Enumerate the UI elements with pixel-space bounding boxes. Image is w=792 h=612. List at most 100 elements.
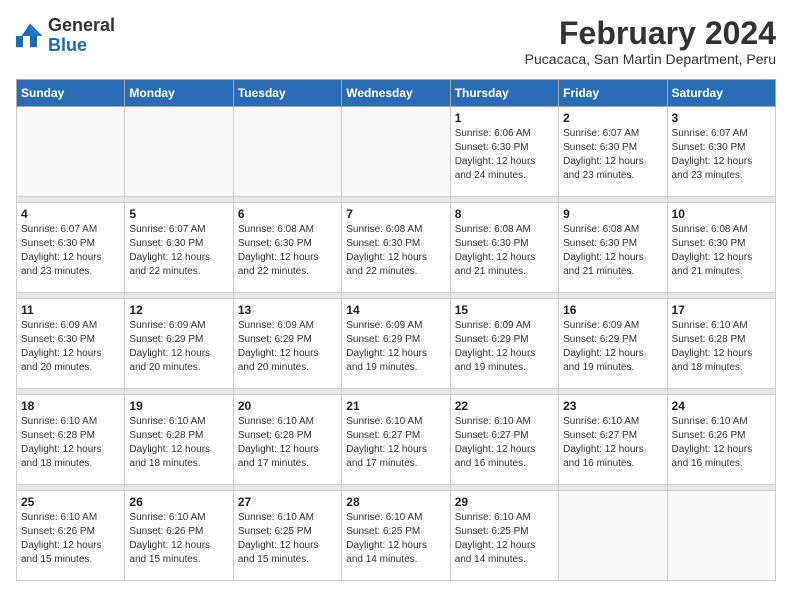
- day-number: 13: [238, 303, 337, 317]
- day-info: Sunrise: 6:06 AMSunset: 6:30 PMDaylight:…: [455, 127, 554, 183]
- day-number: 15: [455, 303, 554, 317]
- day-info: Sunrise: 6:07 AMSunset: 6:30 PMDaylight:…: [129, 223, 228, 279]
- day-number: 16: [563, 303, 662, 317]
- table-row: [125, 107, 233, 197]
- main-title: February 2024: [525, 16, 776, 51]
- col-saturday: Saturday: [667, 80, 775, 107]
- table-row: [667, 491, 775, 581]
- day-info: Sunrise: 6:08 AMSunset: 6:30 PMDaylight:…: [238, 223, 337, 279]
- day-info: Sunrise: 6:10 AMSunset: 6:25 PMDaylight:…: [238, 511, 337, 567]
- day-number: 19: [129, 399, 228, 413]
- page-header: General Blue February 2024 Pucacaca, San…: [16, 16, 776, 67]
- day-info: Sunrise: 6:07 AMSunset: 6:30 PMDaylight:…: [21, 223, 120, 279]
- day-info: Sunrise: 6:09 AMSunset: 6:29 PMDaylight:…: [238, 319, 337, 375]
- day-number: 27: [238, 495, 337, 509]
- day-info: Sunrise: 6:10 AMSunset: 6:25 PMDaylight:…: [455, 511, 554, 567]
- table-row: 25 Sunrise: 6:10 AMSunset: 6:26 PMDayligh…: [17, 491, 125, 581]
- day-info: Sunrise: 6:07 AMSunset: 6:30 PMDaylight:…: [672, 127, 771, 183]
- day-number: 22: [455, 399, 554, 413]
- table-row: 21 Sunrise: 6:10 AMSunset: 6:27 PMDayligh…: [342, 395, 450, 485]
- table-row: 13 Sunrise: 6:09 AMSunset: 6:29 PMDayligh…: [233, 299, 341, 389]
- day-number: 26: [129, 495, 228, 509]
- table-row: 7Sunrise: 6:08 AMSunset: 6:30 PMDaylight…: [342, 203, 450, 293]
- day-number: 9: [563, 207, 662, 221]
- calendar-week-row: 1 Sunrise: 6:06 AMSunset: 6:30 PMDaylight…: [17, 107, 776, 197]
- day-number: 17: [672, 303, 771, 317]
- day-number: 21: [346, 399, 445, 413]
- day-info: Sunrise: 6:10 AMSunset: 6:25 PMDaylight:…: [346, 511, 445, 567]
- calendar-week-row: 11 Sunrise: 6:09 AMSunset: 6:30 PMDayligh…: [17, 299, 776, 389]
- table-row: 5 Sunrise: 6:07 AMSunset: 6:30 PMDaylight…: [125, 203, 233, 293]
- day-number: 5: [129, 207, 228, 221]
- table-row: 28 Sunrise: 6:10 AMSunset: 6:25 PMDayligh…: [342, 491, 450, 581]
- table-row: [559, 491, 667, 581]
- day-info: Sunrise: 6:08 AMSunset: 6:30 PMDaylight:…: [563, 223, 662, 279]
- table-row: 22 Sunrise: 6:10 AMSunset: 6:27 PMDayligh…: [450, 395, 558, 485]
- table-row: 1 Sunrise: 6:06 AMSunset: 6:30 PMDaylight…: [450, 107, 558, 197]
- day-info: Sunrise: 6:10 AMSunset: 6:27 PMDaylight:…: [346, 415, 445, 471]
- day-number: 4: [21, 207, 120, 221]
- day-number: 10: [672, 207, 771, 221]
- day-number: 14: [346, 303, 445, 317]
- day-info: Sunrise: 6:10 AMSunset: 6:27 PMDaylight:…: [563, 415, 662, 471]
- day-number: 7: [346, 207, 445, 221]
- table-row: 26 Sunrise: 6:10 AMSunset: 6:26 PMDayligh…: [125, 491, 233, 581]
- table-row: [17, 107, 125, 197]
- day-info: Sunrise: 6:10 AMSunset: 6:28 PMDaylight:…: [672, 319, 771, 375]
- table-row: 10 Sunrise: 6:08 AMSunset: 6:30 PMDayligh…: [667, 203, 775, 293]
- table-row: 14 Sunrise: 6:09 AMSunset: 6:29 PMDayligh…: [342, 299, 450, 389]
- day-info: Sunrise: 6:09 AMSunset: 6:29 PMDaylight:…: [563, 319, 662, 375]
- day-info: Sunrise: 6:07 AMSunset: 6:30 PMDaylight:…: [563, 127, 662, 183]
- table-row: 27 Sunrise: 6:10 AMSunset: 6:25 PMDayligh…: [233, 491, 341, 581]
- table-row: 24Sunrise: 6:10 AMSunset: 6:26 PMDayligh…: [667, 395, 775, 485]
- day-info: Sunrise: 6:08 AMSunset: 6:30 PMDaylight:…: [455, 223, 554, 279]
- day-number: 11: [21, 303, 120, 317]
- calendar-header-row: Sunday Monday Tuesday Wednesday Thursday…: [17, 80, 776, 107]
- day-number: 28: [346, 495, 445, 509]
- table-row: 3 Sunrise: 6:07 AMSunset: 6:30 PMDaylight…: [667, 107, 775, 197]
- day-info: Sunrise: 6:10 AMSunset: 6:28 PMDaylight:…: [129, 415, 228, 471]
- day-number: 29: [455, 495, 554, 509]
- col-tuesday: Tuesday: [233, 80, 341, 107]
- day-info: Sunrise: 6:09 AMSunset: 6:29 PMDaylight:…: [129, 319, 228, 375]
- day-number: 24: [672, 399, 771, 413]
- logo-text: General Blue: [48, 16, 115, 56]
- calendar-week-row: 4 Sunrise: 6:07 AMSunset: 6:30 PMDaylight…: [17, 203, 776, 293]
- day-number: 6: [238, 207, 337, 221]
- table-row: 19 Sunrise: 6:10 AMSunset: 6:28 PMDayligh…: [125, 395, 233, 485]
- col-friday: Friday: [559, 80, 667, 107]
- table-row: 2 Sunrise: 6:07 AMSunset: 6:30 PMDaylight…: [559, 107, 667, 197]
- day-info: Sunrise: 6:10 AMSunset: 6:27 PMDaylight:…: [455, 415, 554, 471]
- day-number: 2: [563, 111, 662, 125]
- table-row: 23Sunrise: 6:10 AMSunset: 6:27 PMDayligh…: [559, 395, 667, 485]
- table-row: [233, 107, 341, 197]
- day-info: Sunrise: 6:10 AMSunset: 6:28 PMDaylight:…: [238, 415, 337, 471]
- day-info: Sunrise: 6:10 AMSunset: 6:26 PMDaylight:…: [129, 511, 228, 567]
- col-wednesday: Wednesday: [342, 80, 450, 107]
- day-number: 20: [238, 399, 337, 413]
- day-number: 8: [455, 207, 554, 221]
- table-row: [342, 107, 450, 197]
- day-info: Sunrise: 6:10 AMSunset: 6:26 PMDaylight:…: [21, 511, 120, 567]
- title-block: February 2024 Pucacaca, San Martin Depar…: [525, 16, 776, 67]
- day-number: 1: [455, 111, 554, 125]
- table-row: 18Sunrise: 6:10 AMSunset: 6:28 PMDayligh…: [17, 395, 125, 485]
- logo-icon: [16, 22, 44, 50]
- table-row: 8 Sunrise: 6:08 AMSunset: 6:30 PMDaylight…: [450, 203, 558, 293]
- calendar-week-row: 25 Sunrise: 6:10 AMSunset: 6:26 PMDayligh…: [17, 491, 776, 581]
- day-info: Sunrise: 6:09 AMSunset: 6:29 PMDaylight:…: [346, 319, 445, 375]
- col-sunday: Sunday: [17, 80, 125, 107]
- table-row: 6 Sunrise: 6:08 AMSunset: 6:30 PMDaylight…: [233, 203, 341, 293]
- day-info: Sunrise: 6:09 AMSunset: 6:30 PMDaylight:…: [21, 319, 120, 375]
- logo: General Blue: [16, 16, 115, 56]
- logo-blue: Blue: [48, 35, 87, 55]
- table-row: 16 Sunrise: 6:09 AMSunset: 6:29 PMDayligh…: [559, 299, 667, 389]
- day-info: Sunrise: 6:08 AMSunset: 6:30 PMDaylight:…: [672, 223, 771, 279]
- day-number: 18: [21, 399, 120, 413]
- day-info: Sunrise: 6:09 AMSunset: 6:29 PMDaylight:…: [455, 319, 554, 375]
- col-thursday: Thursday: [450, 80, 558, 107]
- day-number: 3: [672, 111, 771, 125]
- table-row: 17 Sunrise: 6:10 AMSunset: 6:28 PMDayligh…: [667, 299, 775, 389]
- table-row: 29 Sunrise: 6:10 AMSunset: 6:25 PMDayligh…: [450, 491, 558, 581]
- day-number: 25: [21, 495, 120, 509]
